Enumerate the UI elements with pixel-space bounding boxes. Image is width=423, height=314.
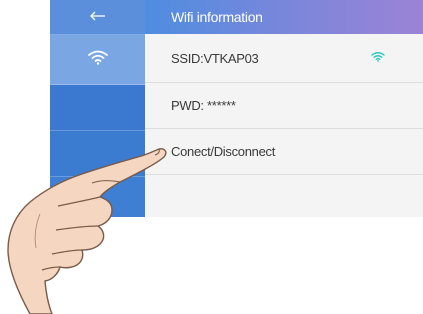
pointing-hand-illustration [7, 148, 167, 314]
